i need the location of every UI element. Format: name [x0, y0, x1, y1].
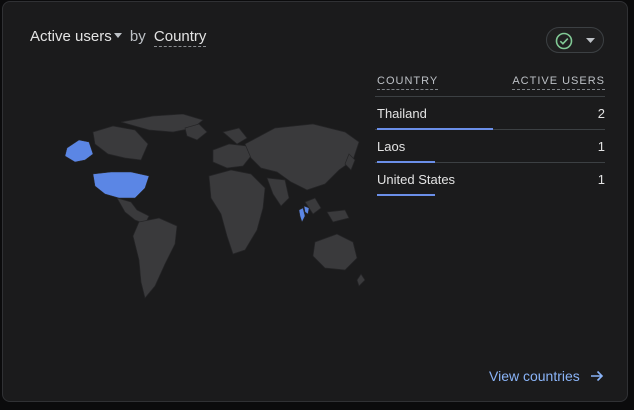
table-header: COUNTRY ACTIVE USERS [375, 74, 605, 97]
active-users-column-header[interactable]: ACTIVE USERS [512, 75, 605, 90]
metric-selector[interactable]: Active users [30, 28, 130, 45]
check-circle-icon [555, 32, 573, 50]
view-countries-label: View countries [489, 368, 580, 384]
map-region-alaska [64, 139, 94, 163]
row-value: 1 [597, 172, 605, 187]
card-title: Active users by Country [30, 28, 207, 47]
map-region-thailand [298, 207, 306, 223]
row-country: Laos [377, 139, 406, 154]
row-country: Thailand [377, 106, 427, 121]
active-users-by-country-card: Active users by Country COUNTRY ACTIVE U… [2, 1, 628, 402]
country-table: COUNTRY ACTIVE USERS Thailand 2 Laos 1 U… [375, 74, 605, 196]
status-menu-button[interactable] [546, 27, 604, 53]
map-region-united-states [92, 171, 150, 199]
row-country: United States [377, 172, 456, 187]
world-map [64, 114, 365, 299]
row-value: 1 [597, 139, 605, 154]
chevron-down-icon [586, 38, 595, 43]
by-label: by [129, 28, 146, 45]
table-row: Laos 1 [375, 130, 605, 163]
view-countries-link[interactable]: View countries [489, 368, 604, 384]
country-column-header[interactable]: COUNTRY [377, 75, 439, 90]
dimension-selector[interactable]: Country [153, 28, 207, 47]
table-row: Thailand 2 [375, 97, 605, 130]
metric-label: Active users [30, 28, 112, 45]
row-value: 2 [597, 106, 605, 121]
arrow-right-icon [590, 370, 603, 382]
caret-down-icon [113, 33, 122, 39]
row-share-bar [377, 194, 435, 196]
table-row: United States 1 [375, 163, 605, 196]
